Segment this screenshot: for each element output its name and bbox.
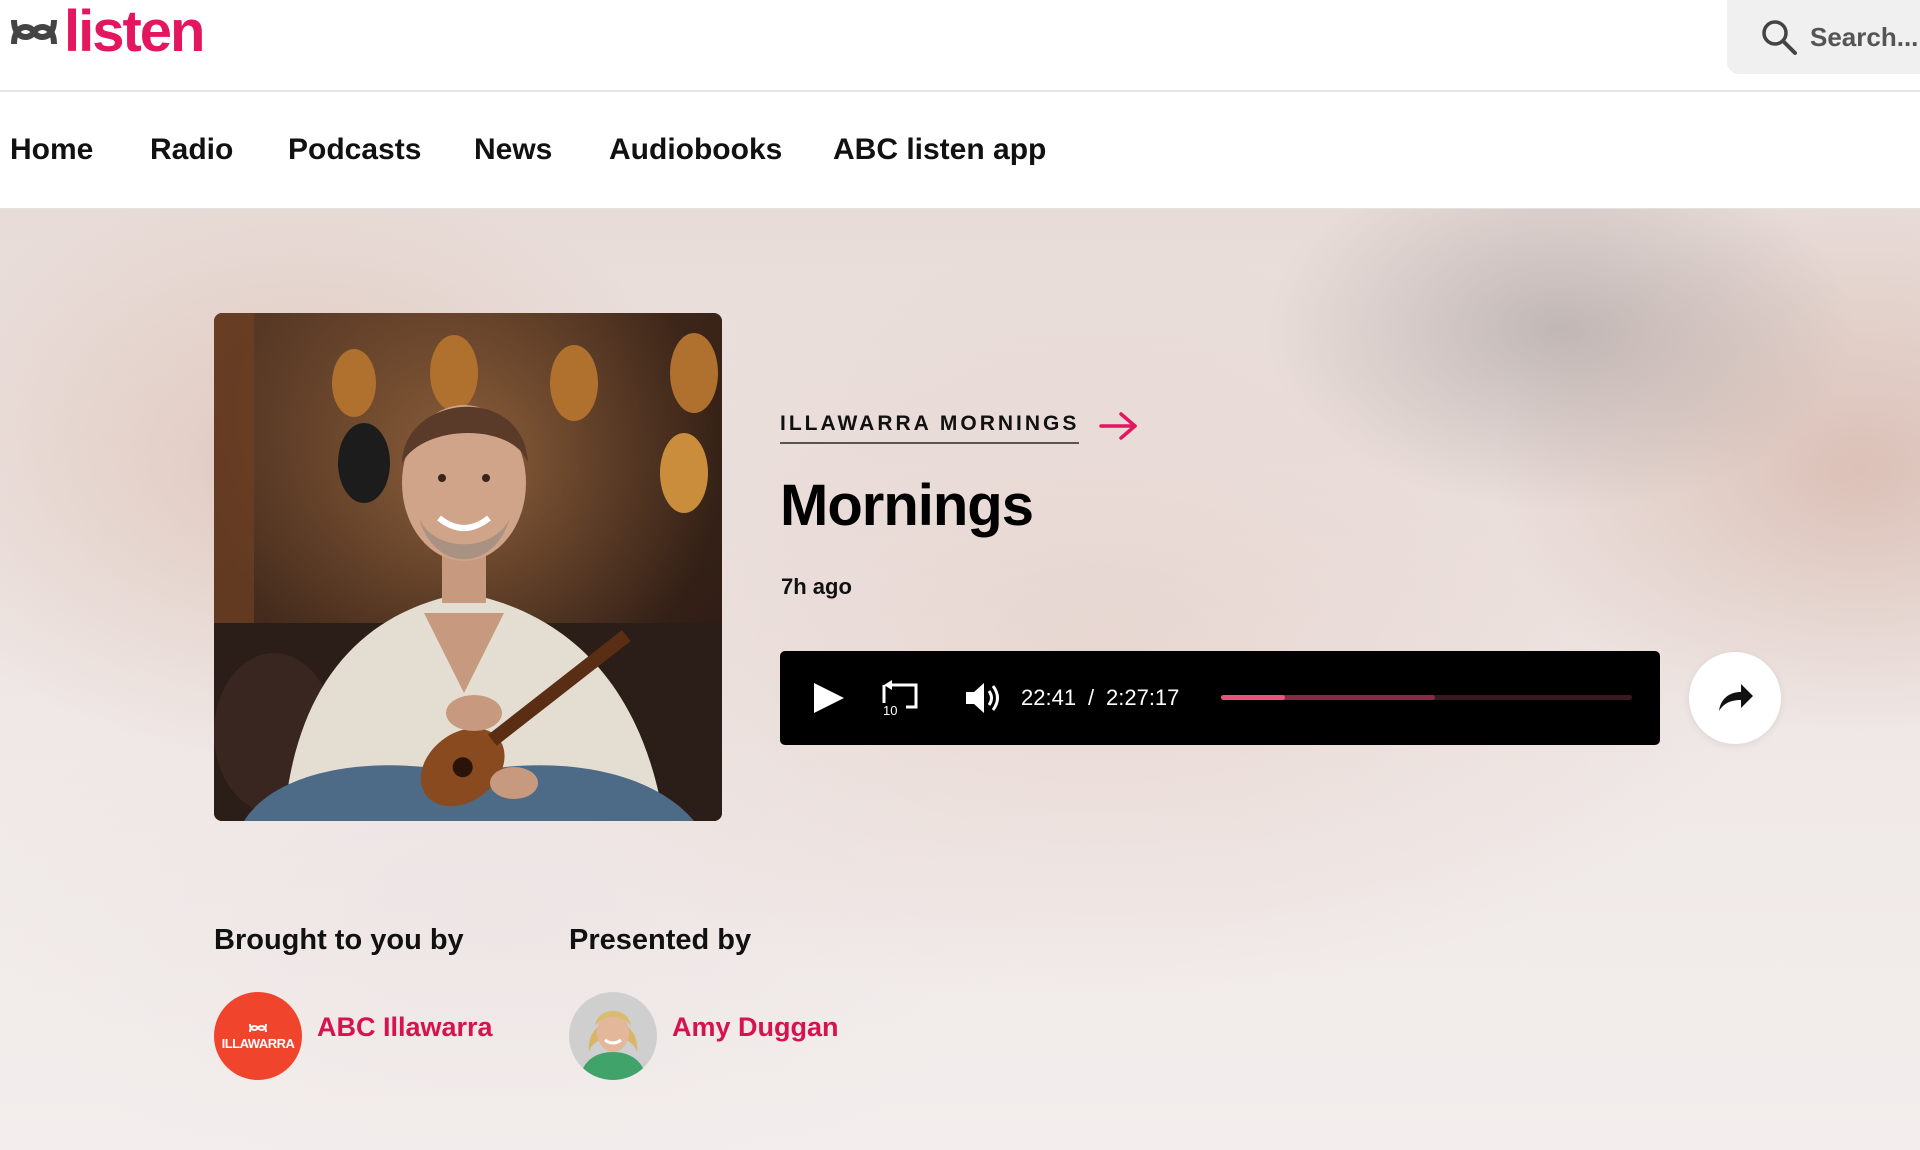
abc-listen-logo[interactable]: listen <box>10 0 205 64</box>
station-avatar[interactable]: ILLAWARRA <box>214 992 302 1080</box>
audio-player: 10 22:41 / 2:27:17 <box>780 651 1660 745</box>
program-link[interactable]: ILLAWARRA MORNINGS <box>780 412 1139 444</box>
rewind-seconds-label: 10 <box>883 703 897 717</box>
abc-logo-icon <box>249 1023 267 1032</box>
duration: 2:27:17 <box>1106 685 1180 710</box>
abc-logo-icon <box>11 19 57 45</box>
episode-artwork <box>214 313 722 821</box>
episode-title: Mornings <box>780 473 1034 538</box>
current-time: 22:41 <box>1021 685 1077 710</box>
brought-to-you-heading: Brought to you by <box>214 924 464 956</box>
share-icon <box>1719 684 1753 711</box>
nav-item-audiobooks[interactable]: Audiobooks <box>609 92 782 208</box>
rewind-10-icon[interactable]: 10 <box>880 677 920 717</box>
presenter-avatar[interactable] <box>569 992 657 1080</box>
nav-item-podcasts[interactable]: Podcasts <box>288 92 421 208</box>
published-time: 7h ago <box>781 574 852 599</box>
search-box[interactable]: Search... <box>1727 0 1920 74</box>
search-placeholder: Search... <box>1810 21 1919 52</box>
progress-played <box>1221 695 1285 700</box>
nav-item-home[interactable]: Home <box>10 92 93 208</box>
nav-item-radio[interactable]: Radio <box>150 92 233 208</box>
volume-icon[interactable] <box>963 678 1003 718</box>
station-link[interactable]: ABC Illawarra <box>317 1012 493 1043</box>
nav-item-news[interactable]: News <box>474 92 552 208</box>
play-icon[interactable] <box>810 679 848 717</box>
logo-wordmark: listen <box>64 0 205 64</box>
site-header: listen Search... <box>0 0 1920 92</box>
presenter-link[interactable]: Amy Duggan <box>672 1012 839 1043</box>
arrow-right-icon <box>1099 412 1138 440</box>
nav-item-listen-app[interactable]: ABC listen app <box>833 92 1046 208</box>
share-button[interactable] <box>1689 652 1781 744</box>
progress-bar[interactable] <box>1221 695 1632 700</box>
main-navigation: Home Radio Podcasts News Audiobooks ABC … <box>0 92 1920 209</box>
search-icon <box>1762 20 1797 55</box>
time-separator: / <box>1088 685 1095 710</box>
presented-by-heading: Presented by <box>569 924 752 956</box>
program-link-label: ILLAWARRA MORNINGS <box>780 412 1080 444</box>
presenter-photo <box>214 313 722 821</box>
presenter-avatar-photo <box>569 992 657 1080</box>
station-badge-label: ILLAWARRA <box>221 1035 295 1051</box>
